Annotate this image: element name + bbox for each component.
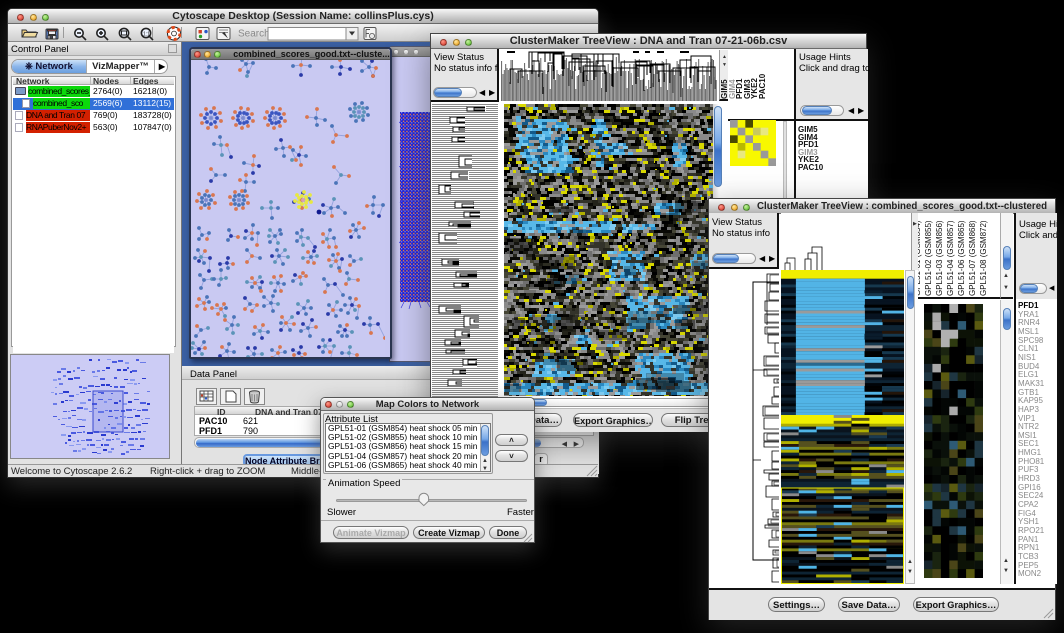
svg-text:1:1: 1:1	[143, 32, 150, 38]
svg-text:Search:: Search:	[238, 29, 272, 40]
